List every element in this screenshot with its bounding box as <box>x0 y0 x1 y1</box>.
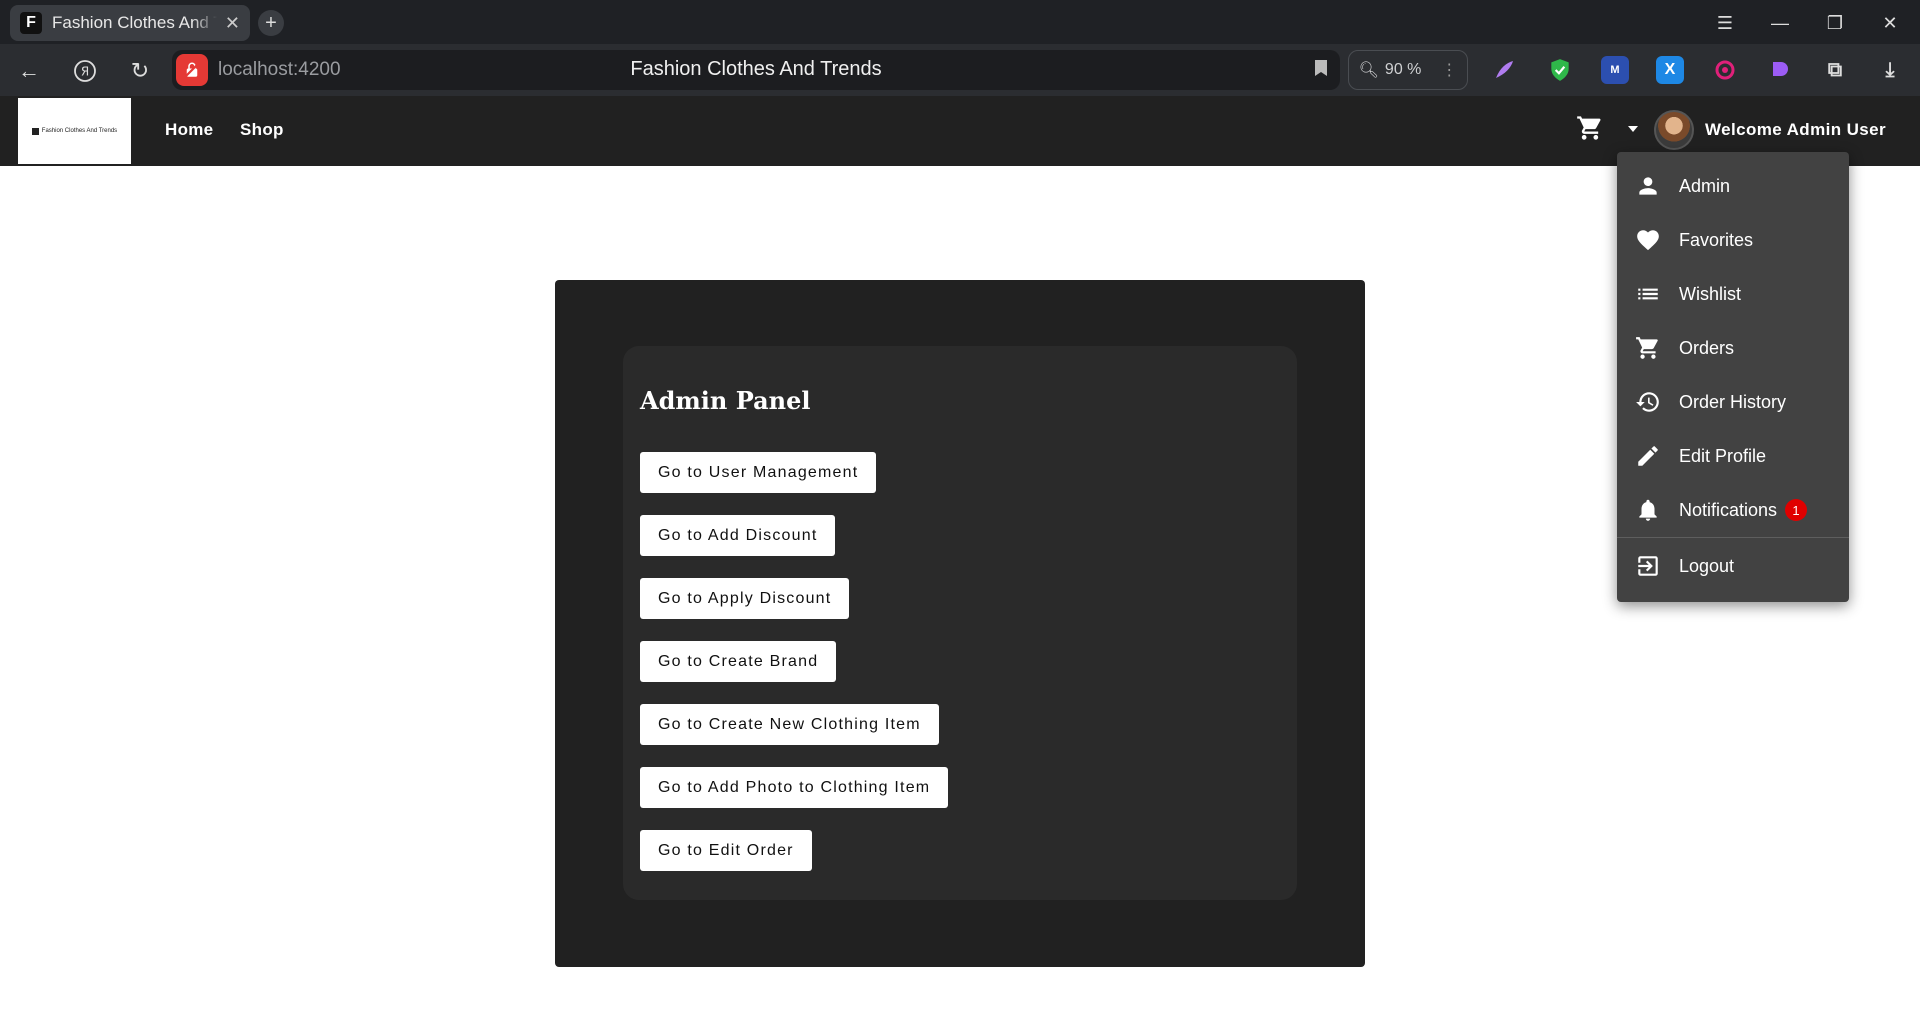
menu-item-label: Order History <box>1679 391 1787 412</box>
minimize-icon[interactable]: — <box>1765 8 1795 38</box>
restore-icon[interactable]: ❐ <box>1820 8 1850 38</box>
person-icon <box>1639 177 1657 195</box>
logout-icon <box>1638 556 1658 576</box>
menu-item-wishlist[interactable]: Wishlist <box>1617 268 1849 320</box>
browser-tab[interactable]: F Fashion Clothes And Trends ✕ <box>10 5 250 41</box>
menu-item-logout[interactable]: Logout <box>1617 540 1849 592</box>
tab-title: Fashion Clothes And Trends <box>52 13 217 32</box>
menu-item-notifications[interactable]: Notifications 1 <box>1617 484 1849 536</box>
list-icon <box>1638 288 1658 300</box>
edit-order-button[interactable]: Go to Edit Order <box>640 830 812 871</box>
menu-item-favorites[interactable]: Favorites <box>1617 214 1849 266</box>
menu-item-label: Edit Profile <box>1679 445 1767 466</box>
zoom-level: 90 % <box>1384 61 1422 78</box>
yandex-icon[interactable]: Я <box>70 56 100 86</box>
menu-item-orders[interactable]: Orders <box>1617 322 1849 374</box>
pink-extension-icon[interactable] <box>1711 56 1739 84</box>
menu-item-label: Admin <box>1679 175 1731 196</box>
puzzle-extensions-icon[interactable]: ⧉ <box>1821 56 1849 84</box>
notification-count-badge: 1 <box>1785 499 1808 521</box>
back-icon[interactable]: ← <box>14 56 44 86</box>
add-photo-button[interactable]: Go to Add Photo to Clothing Item <box>640 767 949 808</box>
download-icon[interactable]: ⤓ <box>1876 56 1904 84</box>
logo-mark-icon <box>31 127 39 135</box>
pencil-icon <box>1638 446 1658 466</box>
menu-divider <box>1617 537 1849 538</box>
cart-icon[interactable] <box>1576 114 1604 142</box>
heart-icon <box>1637 230 1659 251</box>
menu-item-admin[interactable]: Admin <box>1617 160 1849 212</box>
insecure-lock-icon[interactable] <box>176 54 208 86</box>
site-logo[interactable]: Fashion Clothes And Trends <box>18 98 131 164</box>
svg-text:Я: Я <box>81 65 89 79</box>
zoom-control[interactable]: 🔍︎ 90 % ⋮ <box>1348 50 1468 90</box>
reload-icon[interactable]: ↻ <box>125 56 155 86</box>
x-extension-icon[interactable]: X <box>1656 56 1684 84</box>
create-clothing-item-button[interactable]: Go to Create New Clothing Item <box>640 704 939 745</box>
bell-icon <box>1639 499 1657 521</box>
admin-panel-card: Admin Panel Go to User Management Go to … <box>623 346 1297 900</box>
menu-item-edit-profile[interactable]: Edit Profile <box>1617 430 1849 482</box>
logo-text: Fashion Clothes And Trends <box>41 128 118 134</box>
url-field[interactable]: localhost:4200 Fashion Clothes And Trend… <box>172 50 1340 90</box>
admin-panel-container: Admin Panel Go to User Management Go to … <box>555 280 1365 967</box>
menu-icon[interactable]: ☰ <box>1710 8 1740 38</box>
menu-item-label: Orders <box>1679 337 1735 358</box>
url-text: localhost:4200 <box>218 59 341 80</box>
shield-extension-icon[interactable] <box>1546 56 1574 84</box>
menu-item-label: Notifications <box>1679 499 1778 520</box>
menu-item-label: Logout <box>1679 555 1735 576</box>
nav-home[interactable]: Home <box>165 120 213 140</box>
tab-favicon-icon: F <box>20 12 42 34</box>
new-tab-button[interactable]: + <box>258 10 284 36</box>
create-brand-button[interactable]: Go to Create Brand <box>640 641 837 682</box>
chevron-down-icon[interactable] <box>1628 126 1638 132</box>
browser-address-bar: ← Я ↻ localhost:4200 Fashion Clothes And… <box>0 44 1920 96</box>
menu-item-order-history[interactable]: Order History <box>1617 376 1849 428</box>
welcome-text[interactable]: Welcome Admin User <box>1705 120 1886 140</box>
cart-icon <box>1636 337 1658 359</box>
history-icon <box>1636 392 1659 412</box>
close-tab-icon[interactable]: ✕ <box>225 13 240 34</box>
add-discount-button[interactable]: Go to Add Discount <box>640 515 836 556</box>
purple-extension-icon[interactable] <box>1766 56 1794 84</box>
apply-discount-button[interactable]: Go to Apply Discount <box>640 578 850 619</box>
browser-tab-bar: F Fashion Clothes And Trends ✕ + ☰ — ❐ ✕ <box>0 0 1920 44</box>
user-management-button[interactable]: Go to User Management <box>640 452 877 493</box>
user-menu: Admin Favorites Wishlist Orders Order Hi… <box>1617 152 1849 602</box>
zoom-icon: 🔍︎ <box>1358 62 1379 79</box>
close-window-icon[interactable]: ✕ <box>1875 8 1905 38</box>
blue-extension-icon[interactable]: M <box>1601 56 1629 84</box>
feather-extension-icon[interactable] <box>1490 56 1518 84</box>
admin-panel-title: Admin Panel <box>640 386 811 415</box>
more-icon[interactable]: ⋮ <box>1441 60 1457 80</box>
nav-shop[interactable]: Shop <box>240 120 284 140</box>
page-title: Fashion Clothes And Trends <box>630 58 882 80</box>
menu-item-label: Favorites <box>1679 229 1754 250</box>
bookmark-icon[interactable] <box>1314 59 1328 82</box>
menu-item-label: Wishlist <box>1679 283 1741 304</box>
avatar[interactable] <box>1654 110 1694 150</box>
